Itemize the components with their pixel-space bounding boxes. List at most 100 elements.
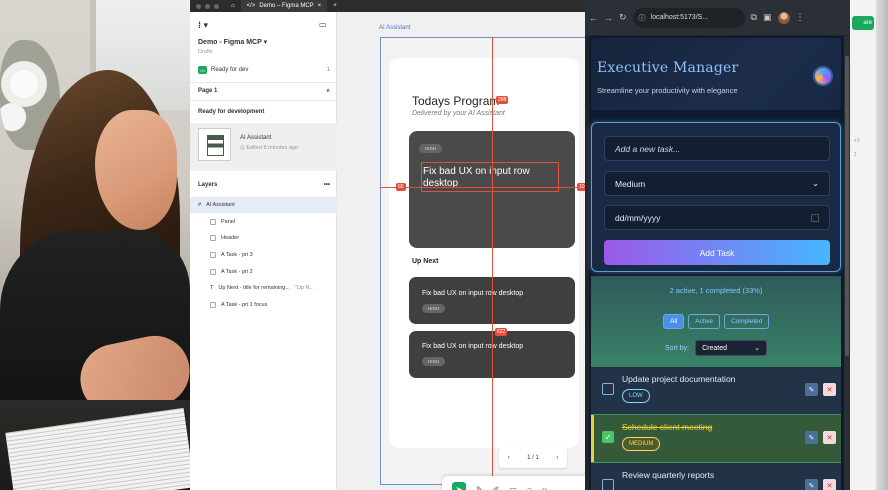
- layer-task-pri-3[interactable]: A Task - pri 3: [190, 247, 337, 263]
- delete-icon[interactable]: ✕: [823, 479, 836, 490]
- card-title: AI Assistant: [240, 135, 272, 141]
- figma-logo-icon[interactable]: ⁞ ▾: [198, 20, 208, 31]
- app-subtitle: Streamline your productivity with elegan…: [597, 86, 738, 95]
- share-button[interactable]: are: [852, 16, 874, 30]
- sort-value: Created: [702, 344, 728, 352]
- code-tool-icon[interactable]: ‹›: [542, 485, 547, 490]
- task-input[interactable]: Add a new task...: [604, 136, 830, 161]
- menu-icon[interactable]: ⋮: [796, 12, 805, 23]
- delete-icon[interactable]: ✕: [823, 431, 836, 444]
- date-placeholder: dd/mm/yyyy: [615, 212, 661, 223]
- page-label: Page 1: [198, 88, 218, 94]
- app-header: Executive Manager Streamline your produc…: [591, 38, 841, 110]
- pen-tool-icon[interactable]: ✎: [476, 485, 483, 490]
- measure-guide-vertical: [492, 37, 493, 485]
- page-selector[interactable]: Page 1 ⌕: [198, 88, 330, 95]
- selection-box: [421, 162, 559, 192]
- card-meta: ◎ Edited 8 minutes ago: [240, 145, 299, 151]
- extensions-icon[interactable]: ⧉: [751, 12, 757, 23]
- priority-badge: MEDIUM: [622, 437, 661, 451]
- filter-tabs: All Active Completed: [663, 314, 770, 329]
- task-title: Schedule client meeting: [622, 422, 713, 432]
- rect-icon: [210, 235, 216, 241]
- hint-text-2: 1: [854, 152, 857, 158]
- priority-select[interactable]: Medium ⌄: [604, 171, 830, 196]
- design-title[interactable]: Todays Program: [412, 94, 499, 108]
- filter-completed[interactable]: Completed: [723, 314, 770, 329]
- layer-ai-assistant[interactable]: # AI Assistant: [190, 197, 337, 213]
- delete-icon[interactable]: ✕: [823, 383, 836, 396]
- comment-tool-icon[interactable]: ○: [527, 485, 532, 490]
- figma-tab-bar: ⌂ </> Demo – Figma MCP × +: [190, 0, 585, 12]
- frame-label[interactable]: AI Assistant: [379, 25, 410, 31]
- task-checkbox-checked[interactable]: ✓: [602, 431, 614, 443]
- window-controls[interactable]: [190, 3, 225, 9]
- design-subtitle[interactable]: Delivered by your AI Assistant: [412, 110, 505, 117]
- close-tab-icon[interactable]: ×: [318, 3, 322, 9]
- layer-task-pri-2[interactable]: A Task - pri 2: [190, 264, 337, 280]
- note-tool-icon[interactable]: ▭: [509, 485, 517, 490]
- filter-active[interactable]: Active: [688, 314, 720, 329]
- home-icon: ⌂: [231, 3, 235, 9]
- sidebar-toggle-icon[interactable]: ▭: [319, 20, 327, 29]
- edit-icon[interactable]: ✎: [805, 479, 818, 490]
- calendar-icon[interactable]: [811, 213, 819, 222]
- add-task-button[interactable]: Add Task: [604, 240, 830, 265]
- filter-all[interactable]: All: [663, 314, 685, 329]
- project-name[interactable]: Demo - Figma MCP ▾: [198, 38, 267, 46]
- figma-left-panel: ⁞ ▾ ▭ Demo - Figma MCP ▾ Drafts </> Read…: [190, 12, 337, 490]
- browser-toolbar: ← → ↻ ⓘ localhost:5173/S... ⧉ ▣ ⋮: [585, 0, 850, 35]
- rect-icon: [210, 269, 216, 275]
- layer-panel[interactable]: Panel: [190, 214, 337, 230]
- layer-header[interactable]: Header: [190, 230, 337, 246]
- layers-header: Layers •••: [198, 182, 330, 188]
- reload-icon[interactable]: ↻: [619, 12, 627, 23]
- figma-window: ⌂ </> Demo – Figma MCP × + ⁞ ▾ ▭ Demo - …: [190, 0, 585, 490]
- move-tool-icon[interactable]: ➤: [452, 482, 466, 490]
- frame-thumbnail: [198, 128, 231, 161]
- forward-icon[interactable]: →: [604, 13, 613, 23]
- edit-icon[interactable]: ✎: [805, 383, 818, 396]
- figma-canvas[interactable]: AI Assistant Todays Program Delivered by…: [337, 12, 585, 490]
- due-date-input[interactable]: dd/mm/yyyy: [604, 205, 830, 230]
- task-card-1-text: Fix bad UX on input row desktop: [422, 290, 524, 297]
- task-list-section: 2 active, 1 completed (33%) All Active C…: [591, 276, 841, 490]
- chevron-right-icon[interactable]: ›: [556, 455, 558, 461]
- task-item-3: Review quarterly reports ✎ ✕: [591, 463, 841, 490]
- pager: ‹ 1 / 1 ›: [499, 448, 567, 468]
- ready-for-dev-label: Ready for dev: [211, 67, 249, 73]
- site-info-icon[interactable]: ⓘ: [639, 13, 646, 23]
- task-item-1: Update project documentation LOW ✎ ✕: [591, 367, 841, 414]
- address-text: localhost:5173/S...: [650, 14, 709, 21]
- sort-select[interactable]: Created ⌄: [695, 340, 768, 356]
- search-icon[interactable]: ⌕: [327, 88, 330, 95]
- home-tab[interactable]: ⌂: [225, 0, 241, 12]
- task-stats: 2 active, 1 completed (33%): [669, 286, 763, 295]
- rect-icon: [210, 219, 216, 225]
- up-next-title[interactable]: Up Next: [412, 258, 438, 265]
- task-checkbox[interactable]: [602, 479, 614, 490]
- more-icon[interactable]: •••: [324, 182, 330, 188]
- layer-up-next[interactable]: T Up Next - title for remaining... "Up N..…: [190, 280, 337, 296]
- measure-tag-bottom: 622: [495, 328, 508, 336]
- sidebar-icon[interactable]: ▣: [763, 12, 772, 23]
- sort-control: Sort by: Created ⌄: [665, 340, 768, 356]
- task-checkbox[interactable]: [602, 383, 614, 395]
- new-tab-button[interactable]: +: [327, 0, 343, 12]
- address-bar[interactable]: ⓘ localhost:5173/S...: [632, 7, 745, 28]
- hint-text-1: +3: [854, 138, 860, 144]
- executive-manager-app: Executive Manager Streamline your produc…: [589, 36, 845, 490]
- priority-value: Medium: [615, 178, 646, 189]
- layer-task-pri-1-focus[interactable]: A Task - pri 1 focus: [190, 297, 337, 313]
- ready-for-dev-link[interactable]: </> Ready for dev 1: [198, 66, 330, 74]
- file-tab[interactable]: </> Demo – Figma MCP ×: [240, 0, 328, 12]
- edit-icon[interactable]: ✎: [805, 431, 818, 444]
- chevron-left-icon[interactable]: ‹: [508, 455, 510, 461]
- profile-avatar[interactable]: [777, 11, 790, 24]
- pencil-tool-icon[interactable]: ✐: [493, 485, 500, 490]
- pager-label: 1 / 1: [527, 455, 539, 461]
- back-icon[interactable]: ←: [589, 13, 598, 23]
- ready-frame-card[interactable]: AI Assistant ◎ Edited 8 minutes ago: [190, 123, 337, 171]
- woman-photo: [0, 0, 190, 490]
- task-card-2-text: Fix bad UX on input row desktop: [422, 343, 524, 350]
